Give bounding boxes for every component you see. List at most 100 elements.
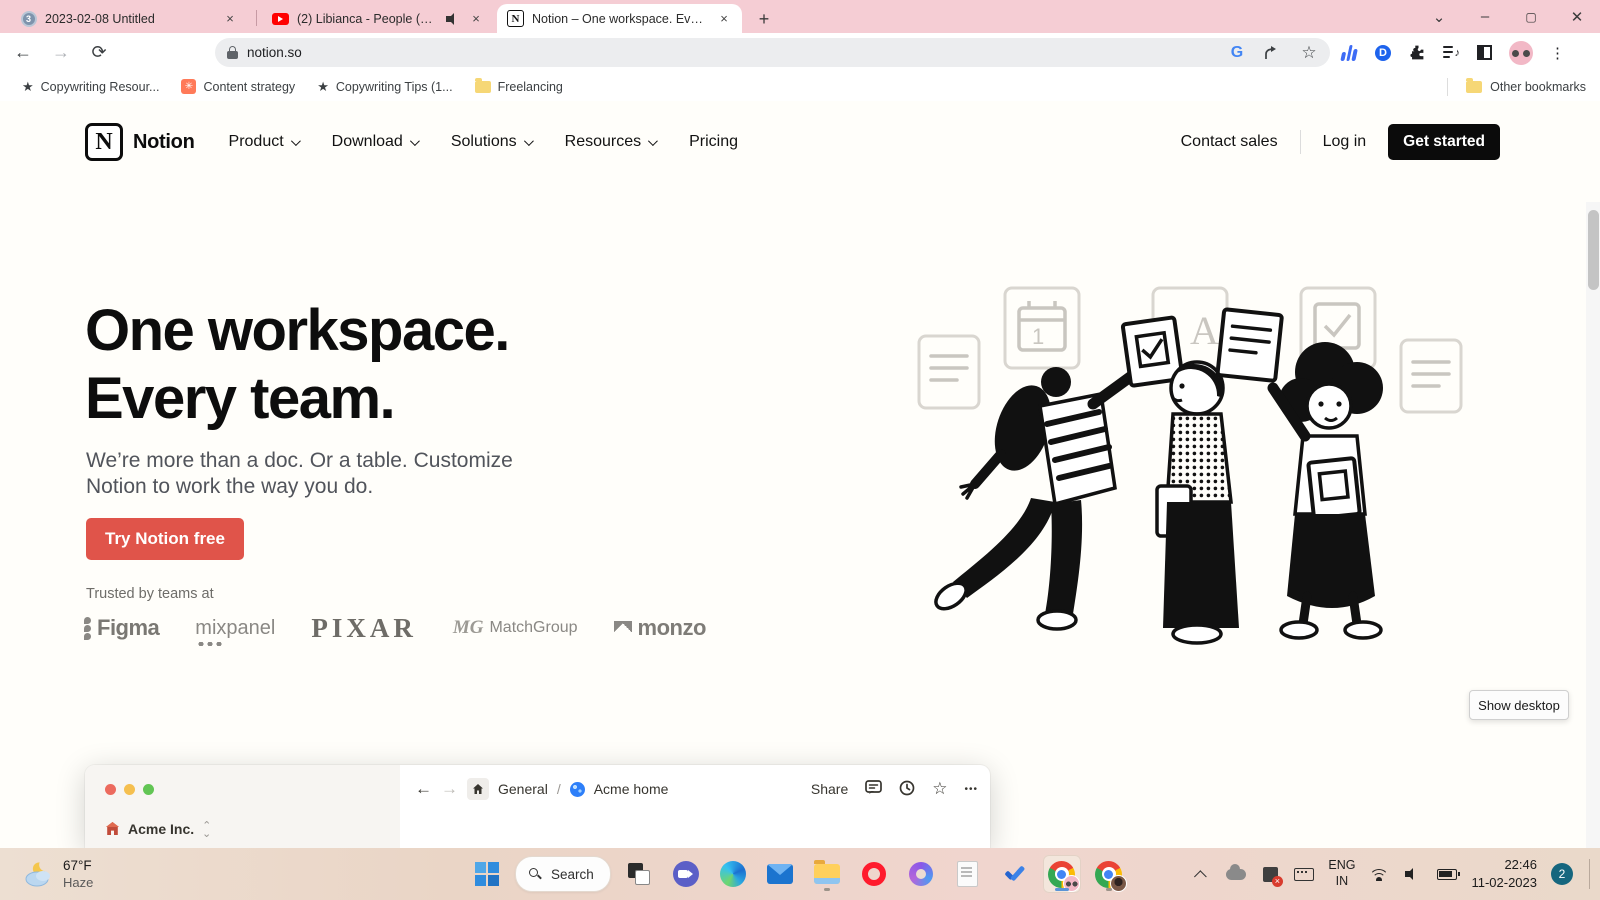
share-button[interactable]: Share	[811, 781, 848, 797]
lock-icon[interactable]	[227, 46, 238, 59]
login-link[interactable]: Log in	[1323, 133, 1367, 151]
bookmark-star-icon[interactable]: ☆	[1300, 44, 1318, 62]
nav-download[interactable]: Download	[332, 133, 417, 151]
clock-date[interactable]: 22:46 11-02-2023	[1471, 856, 1537, 891]
maximize-button[interactable]: ▢	[1508, 0, 1554, 33]
address-bar[interactable]: notion.so G ☆	[215, 38, 1330, 67]
weather-widget[interactable]: 67°F Haze	[24, 858, 93, 890]
todo-check-icon[interactable]	[996, 855, 1034, 893]
workspace-switcher[interactable]: Acme Inc. ⌃⌃	[105, 821, 211, 837]
tab-search-chevron-icon[interactable]: ⌄	[1416, 0, 1462, 33]
taskbar-search[interactable]: Search	[515, 856, 611, 892]
google-icon[interactable]: G	[1228, 44, 1246, 62]
minimize-traffic-light[interactable]	[124, 784, 135, 795]
back-button[interactable]: ←	[8, 38, 38, 68]
nav-pricing[interactable]: Pricing	[689, 133, 738, 151]
reading-mode-extension-icon[interactable]	[1477, 45, 1492, 60]
notion-logo[interactable]: N	[85, 123, 123, 161]
new-tab-button[interactable]: +	[752, 7, 776, 31]
weather-temp: 67°F	[63, 858, 93, 875]
tab-notion-active[interactable]: N Notion – One workspace. Every t ×	[497, 4, 742, 33]
nav-solutions[interactable]: Solutions	[451, 133, 531, 151]
browser-toolbar: ← → ⟳ notion.so G ☆ D ♪	[0, 33, 1600, 72]
tab-close-icon[interactable]: ×	[716, 11, 732, 27]
tab-close-icon[interactable]: ×	[468, 11, 484, 27]
desktop-screen: 3 2023-02-08 Untitled × (2) Libianca - P…	[0, 0, 1600, 900]
window-close-button[interactable]: ✕	[1554, 0, 1600, 33]
bookmark-content-strategy[interactable]: ✳ Content strategy	[181, 79, 295, 94]
wifi-icon[interactable]	[1369, 864, 1389, 884]
bookmark-freelancing-folder[interactable]: Freelancing	[475, 80, 563, 94]
home-icon[interactable]	[467, 778, 489, 800]
get-started-button[interactable]: Get started	[1388, 124, 1500, 160]
show-desktop-tooltip: Show desktop	[1469, 690, 1569, 720]
touch-keyboard-icon[interactable]	[1294, 864, 1314, 884]
scrollbar-thumb[interactable]	[1588, 210, 1599, 290]
favorite-star-icon[interactable]: ☆	[932, 779, 947, 799]
notepad-icon[interactable]	[949, 855, 987, 893]
chrome-profile-1-active[interactable]	[1043, 855, 1081, 893]
folder-icon	[1466, 81, 1482, 93]
sync-error-icon[interactable]	[1260, 864, 1280, 884]
onedrive-cloud-icon[interactable]	[1226, 864, 1246, 884]
battery-icon[interactable]	[1437, 864, 1457, 884]
reload-button[interactable]: ⟳	[84, 38, 114, 68]
nav-resources[interactable]: Resources	[565, 133, 655, 151]
language-indicator[interactable]: ENG IN	[1328, 858, 1355, 889]
app-forward-icon[interactable]: →	[441, 779, 458, 799]
contact-sales-link[interactable]: Contact sales	[1181, 133, 1278, 151]
show-desktop-edge[interactable]	[1589, 859, 1590, 889]
other-bookmarks[interactable]: Other bookmarks	[1447, 78, 1586, 96]
forward-button[interactable]: →	[46, 38, 76, 68]
volume-icon[interactable]	[1403, 864, 1423, 884]
tab-untitled[interactable]: 3 2023-02-08 Untitled ×	[10, 4, 248, 33]
close-traffic-light[interactable]	[105, 784, 116, 795]
blue-d-extension-icon[interactable]: D	[1375, 45, 1391, 61]
search-label: Search	[551, 867, 594, 882]
chat-teams-icon[interactable]	[667, 855, 705, 893]
office-loop-icon[interactable]	[902, 855, 940, 893]
start-button[interactable]	[468, 855, 506, 893]
nav-product[interactable]: Product	[229, 133, 298, 151]
audio-playing-icon[interactable]	[446, 13, 460, 25]
url-text[interactable]: notion.so	[247, 45, 302, 60]
zoom-traffic-light[interactable]	[143, 784, 154, 795]
notion-app-preview-window: ← → General / Acme home Share ☆	[85, 765, 990, 848]
tray-chevron-up-icon[interactable]	[1192, 864, 1212, 884]
comments-icon[interactable]	[865, 780, 882, 799]
tab-close-icon[interactable]: ×	[222, 11, 238, 27]
share-icon[interactable]	[1264, 44, 1282, 62]
breadcrumb-root[interactable]: General	[498, 781, 548, 797]
chrome-menu-icon[interactable]: ⋮	[1550, 44, 1565, 62]
try-notion-free-button[interactable]: Try Notion free	[86, 518, 244, 560]
svg-text:1: 1	[1032, 324, 1044, 349]
minimize-button[interactable]: –	[1462, 0, 1508, 33]
edge-browser-icon[interactable]	[714, 855, 752, 893]
bookmark-copywriting-tips[interactable]: ★ Copywriting Tips (1...	[317, 79, 452, 95]
file-explorer-icon[interactable]	[808, 855, 846, 893]
task-view-button[interactable]	[620, 855, 658, 893]
mail-app-icon[interactable]	[761, 855, 799, 893]
monzo-icon	[614, 621, 632, 635]
wave-extension-icon[interactable]	[1340, 44, 1358, 62]
extensions-row: D ♪ ⋮	[1340, 38, 1565, 67]
app-back-icon[interactable]: ←	[415, 779, 432, 799]
hubspot-icon: ✳	[181, 79, 196, 94]
puzzle-extensions-icon[interactable]	[1408, 44, 1426, 62]
opera-browser-icon[interactable]	[855, 855, 893, 893]
monzo-logo: monzo	[614, 615, 706, 641]
brand-name[interactable]: Notion	[133, 131, 195, 154]
tab-title: Notion – One workspace. Every t	[532, 12, 708, 26]
tab-youtube[interactable]: (2) Libianca - People (Lyrics) ×	[262, 4, 494, 33]
music-queue-extension-icon[interactable]: ♪	[1443, 45, 1460, 60]
app-topbar: ← → General / Acme home Share ☆	[415, 773, 978, 805]
bookmark-copywriting-resources[interactable]: ★ Copywriting Resour...	[22, 79, 159, 95]
more-options-icon[interactable]: •••	[964, 784, 978, 795]
notification-count-badge[interactable]: 2	[1551, 863, 1573, 885]
updates-clock-icon[interactable]	[899, 780, 915, 799]
profile-avatar[interactable]	[1509, 41, 1533, 65]
bookmark-label: Copywriting Resour...	[41, 80, 160, 94]
page-scrollbar[interactable]: ▼	[1586, 202, 1600, 848]
chrome-profile-2[interactable]	[1090, 855, 1128, 893]
breadcrumb-page[interactable]: Acme home	[594, 781, 669, 797]
